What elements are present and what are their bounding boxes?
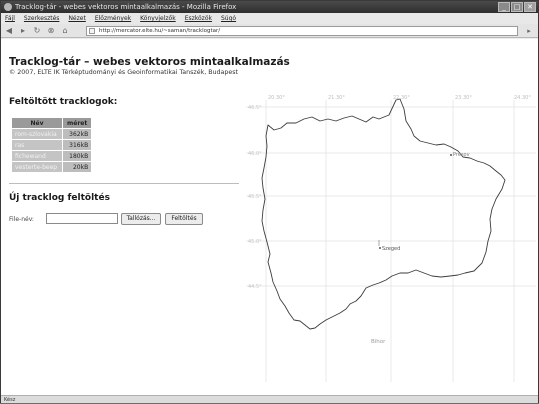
- lat-label: 45.0°: [248, 239, 262, 245]
- place-label: Szeged: [382, 246, 400, 252]
- map-view[interactable]: 20.30° 21.30° 22.30° 23.30° 24.30° 46.5°…: [246, 92, 536, 382]
- browse-button[interactable]: Tallózás...: [121, 213, 161, 225]
- tracklog-size: 180kB: [63, 151, 92, 161]
- place-label: Presov: [453, 152, 470, 158]
- lon-label: 23.30°: [455, 95, 472, 101]
- window-title: Tracklog-tár - webes vektoros mintaalkal…: [15, 3, 237, 11]
- column-header-size: méret: [63, 118, 92, 128]
- page-icon: [89, 28, 95, 34]
- table-row[interactable]: vesterte-beep 20kB: [12, 162, 92, 172]
- tracklog-name[interactable]: rom-szlovakia: [12, 129, 62, 139]
- lat-label: 44.5°: [248, 284, 262, 290]
- page-content: Tracklog-tár – webes vektoros mintaalkal…: [1, 39, 538, 395]
- tracklog-table: Név méret rom-szlovakia 362kB ras 316kB …: [11, 117, 92, 173]
- menu-view[interactable]: Nézet: [68, 13, 85, 24]
- column-header-name: Név: [12, 118, 62, 128]
- forward-arrow-icon[interactable]: ▸: [18, 26, 28, 36]
- window-controls: _ □ ✕: [498, 2, 536, 12]
- place-marker: [450, 154, 452, 156]
- title-bar: Tracklog-tár - webes vektoros mintaalkal…: [1, 1, 538, 13]
- tracklog-name[interactable]: ras: [12, 140, 62, 150]
- map-canvas: 20.30° 21.30° 22.30° 23.30° 24.30° 46.5°…: [246, 92, 536, 382]
- uploaded-tracklogs-heading: Feltöltött tracklogok:: [9, 97, 118, 107]
- firefox-icon: [4, 3, 12, 11]
- menu-history[interactable]: Előzmények: [95, 13, 131, 24]
- upload-button[interactable]: Feltöltés: [165, 213, 203, 225]
- status-bar: Kész: [1, 395, 538, 403]
- navigation-toolbar: ◀ ▸ ↻ ⊗ ⌂ http://mercator.elte.hu/~saman…: [1, 24, 538, 38]
- minimize-button[interactable]: _: [498, 2, 510, 12]
- table-header-row: Név méret: [12, 118, 92, 128]
- file-name-input[interactable]: [46, 213, 118, 224]
- status-text: Kész: [4, 397, 16, 403]
- menu-edit[interactable]: Szerkesztés: [24, 13, 60, 24]
- menu-help[interactable]: Súgó: [221, 13, 236, 24]
- url-text: http://mercator.elte.hu/~saman/tracklogt…: [99, 28, 221, 34]
- file-name-label: File-név:: [9, 216, 34, 223]
- back-arrow-icon[interactable]: ◀: [4, 26, 14, 36]
- close-button[interactable]: ✕: [524, 2, 536, 12]
- address-bar[interactable]: http://mercator.elte.hu/~saman/tracklogt…: [86, 26, 518, 36]
- section-divider: [9, 183, 239, 184]
- stop-icon[interactable]: ⊗: [46, 26, 56, 36]
- page-subtitle: © 2007, ELTE IK Térképtudományi és Geoin…: [9, 69, 239, 76]
- go-arrow-icon[interactable]: ▸: [523, 26, 535, 36]
- lon-label: 24.30°: [514, 95, 531, 101]
- menu-bar: Fájl Szerkesztés Nézet Előzmények Könyvj…: [1, 13, 538, 24]
- table-row[interactable]: ras 316kB: [12, 140, 92, 150]
- lat-label: 46.0°: [248, 151, 262, 157]
- browser-window: Tracklog-tár - webes vektoros mintaalkal…: [0, 0, 539, 403]
- menu-bookmarks[interactable]: Könyvjelzők: [140, 13, 176, 24]
- place-marker: [379, 247, 381, 249]
- tracklog-name[interactable]: fichewand: [12, 151, 62, 161]
- lon-label: 20.30°: [268, 95, 285, 101]
- lon-label: 21.30°: [328, 95, 345, 101]
- reload-icon[interactable]: ↻: [32, 26, 42, 36]
- map-bottom-label: Bihor: [371, 339, 386, 345]
- menu-file[interactable]: Fájl: [5, 13, 15, 24]
- lat-label: 46.5°: [248, 105, 262, 111]
- tracklog-name[interactable]: vesterte-beep: [12, 162, 62, 172]
- lat-label: 45.5°: [248, 194, 262, 200]
- table-row[interactable]: rom-szlovakia 362kB: [12, 129, 92, 139]
- upload-heading: Új tracklog feltöltés: [9, 193, 110, 203]
- tracklog-size: 362kB: [63, 129, 92, 139]
- menu-tools[interactable]: Eszközök: [185, 13, 212, 24]
- tracklog-size: 316kB: [63, 140, 92, 150]
- page-title: Tracklog-tár – webes vektoros mintaalkal…: [9, 56, 290, 68]
- home-icon[interactable]: ⌂: [60, 26, 70, 36]
- maximize-button[interactable]: □: [511, 2, 523, 12]
- tracklog-size: 20kB: [63, 162, 92, 172]
- table-row[interactable]: fichewand 180kB: [12, 151, 92, 161]
